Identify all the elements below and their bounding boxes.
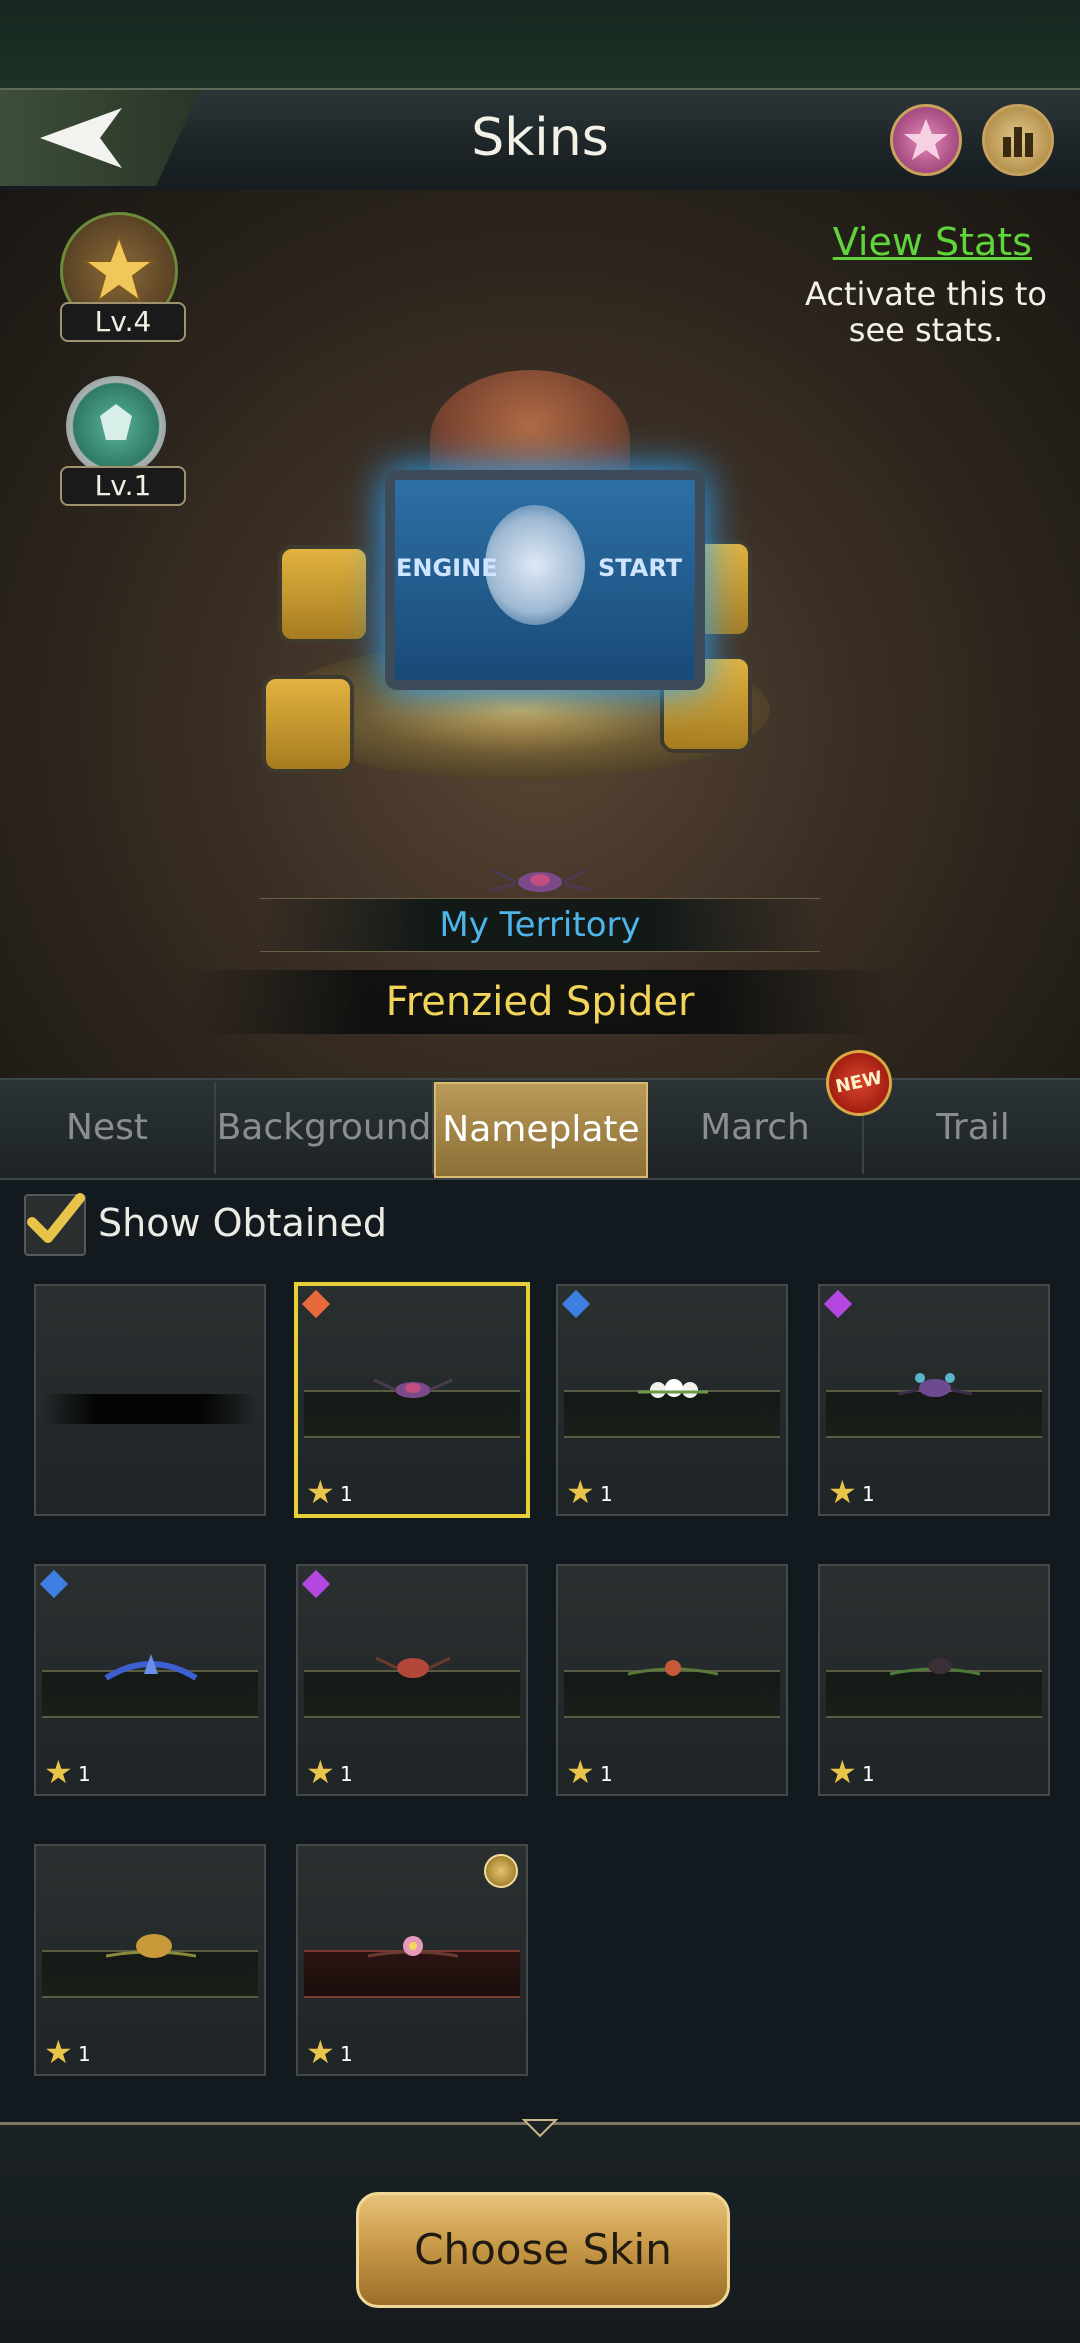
star-icon: ★ bbox=[828, 1753, 857, 1791]
star-icon: ★ bbox=[44, 2033, 73, 2071]
star-count: 1 bbox=[600, 1482, 613, 1506]
purple-gem-icon bbox=[823, 1289, 853, 1319]
vine-flower-icon bbox=[628, 1660, 718, 1676]
blue-wing-icon bbox=[104, 1654, 198, 1681]
nameplate-cell-red-beetle[interactable]: ★ 1 bbox=[296, 1564, 528, 1796]
screen-text-right: START bbox=[598, 554, 683, 582]
star-icon: ★ bbox=[44, 1753, 73, 1791]
screen-text-left: ENGINE bbox=[396, 554, 498, 582]
spider-nameplate-icon bbox=[489, 868, 591, 892]
nameplate-cell-pink-blossom[interactable]: ★ 1 bbox=[296, 1844, 528, 2076]
star-count: 1 bbox=[78, 2042, 91, 2066]
pod-left-bottom bbox=[262, 675, 354, 773]
star-icon: ★ bbox=[306, 2033, 335, 2071]
nameplate-cell-vine-flower[interactable]: ★ 1 bbox=[556, 1564, 788, 1796]
nameplate-cell-golden-turtle[interactable]: ★ 1 bbox=[34, 1844, 266, 2076]
tab-nameplate[interactable]: Nameplate bbox=[434, 1082, 648, 1178]
star-count: 1 bbox=[862, 1762, 875, 1786]
chevron-down-icon bbox=[522, 2119, 558, 2138]
spider-icon bbox=[373, 1378, 453, 1398]
pod-left-top bbox=[278, 545, 370, 643]
star-icon: ★ bbox=[566, 1753, 595, 1791]
top-decor-strip bbox=[0, 0, 1080, 88]
star-count: 1 bbox=[78, 1762, 91, 1786]
tab-background[interactable]: Background bbox=[216, 1082, 434, 1174]
star-count: 1 bbox=[862, 1482, 875, 1506]
nameplate-cell-frenzied-spider[interactable]: ★ 1 bbox=[294, 1282, 530, 1518]
star-count: 1 bbox=[340, 1482, 353, 1506]
nameplate-cell-white-flower[interactable]: ★ 1 bbox=[556, 1284, 788, 1516]
purple-spider-icon bbox=[897, 1373, 973, 1397]
level-badge-2: Lv.1 bbox=[60, 466, 186, 506]
show-obtained-label: Show Obtained bbox=[98, 1201, 387, 1245]
nameplate-cell-blue-wing[interactable]: ★ 1 bbox=[34, 1564, 266, 1796]
view-stats-link[interactable]: View Stats bbox=[833, 220, 1032, 264]
star-icon: ★ bbox=[306, 1753, 335, 1791]
rose-emblem-icon[interactable] bbox=[890, 104, 962, 176]
tab-nest[interactable]: Nest bbox=[0, 1082, 216, 1174]
pink-blossom-icon bbox=[368, 1936, 458, 1958]
golden-turtle-icon bbox=[106, 1934, 196, 1958]
activate-hint: Activate this to see stats. bbox=[805, 275, 1047, 349]
ant-shield-medal-icon[interactable] bbox=[66, 376, 166, 476]
territory-label: My Territory bbox=[260, 898, 820, 952]
checkmark-icon bbox=[27, 1193, 85, 1243]
nameplate-cell-purple-spider[interactable]: ★ 1 bbox=[818, 1284, 1050, 1516]
star-icon: ★ bbox=[828, 1473, 857, 1511]
star-icon: ★ bbox=[306, 1473, 335, 1511]
purple-gem-icon bbox=[301, 1569, 331, 1599]
orange-gem-icon bbox=[301, 1289, 331, 1319]
red-beetle-icon bbox=[375, 1656, 451, 1678]
star-count: 1 bbox=[340, 2042, 353, 2066]
star-count: 1 bbox=[600, 1762, 613, 1786]
nameplate-cell-dark-beetle[interactable]: ★ 1 bbox=[818, 1564, 1050, 1796]
nameplate-cell-default[interactable] bbox=[34, 1284, 266, 1516]
skin-name: Frenzied Spider bbox=[190, 970, 890, 1034]
level-badge-1: Lv.4 bbox=[60, 302, 186, 342]
blue-gem-icon bbox=[39, 1569, 69, 1599]
white-flower-icon bbox=[638, 1379, 708, 1398]
tab-trail[interactable]: Trail bbox=[866, 1082, 1080, 1174]
ant-face-icon bbox=[485, 505, 585, 625]
blue-gem-icon bbox=[561, 1289, 591, 1319]
stats-icon[interactable] bbox=[982, 104, 1054, 176]
show-obtained-checkbox[interactable] bbox=[24, 1193, 86, 1256]
star-icon: ★ bbox=[566, 1473, 595, 1511]
dark-beetle-icon bbox=[890, 1658, 980, 1676]
star-count: 1 bbox=[340, 1762, 353, 1786]
gold-coin-icon bbox=[484, 1854, 518, 1888]
choose-skin-button[interactable]: Choose Skin bbox=[356, 2192, 730, 2308]
